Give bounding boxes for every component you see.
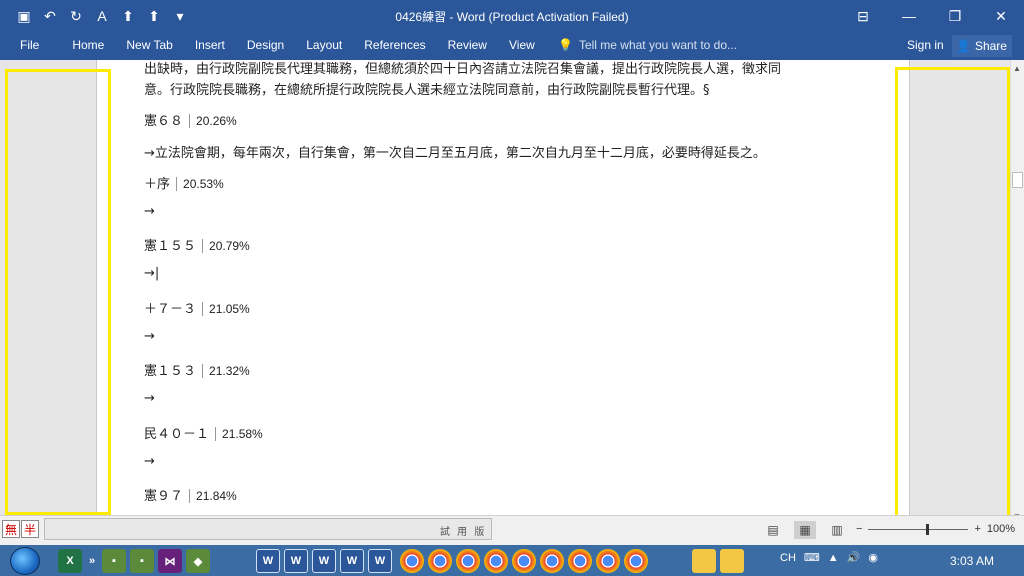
doc-line[interactable]: → <box>144 204 155 219</box>
zoom-slider-knob[interactable] <box>926 523 930 535</box>
doc-line[interactable]: 憲１５５ 20.79% <box>144 235 250 254</box>
start-button[interactable] <box>10 547 40 575</box>
app-icon[interactable]: ▪ <box>130 549 154 573</box>
zoom-out-button[interactable]: − <box>856 523 862 535</box>
view-buttons: ▤ ▦ ▥ <box>762 521 848 539</box>
minimize-icon[interactable]: — <box>886 0 932 32</box>
taskbar: X » ▪ ▪ ⋈ ◆ W W W W W CH ⌨ ▲ 🔊 ◉ 3:03 AM <box>0 545 1024 576</box>
tab-home[interactable]: Home <box>61 38 115 56</box>
doc-line[interactable]: →| <box>144 266 159 281</box>
word-icon[interactable]: W <box>256 549 280 573</box>
taskbar-clock[interactable]: 3:03 AM <box>950 554 994 568</box>
window-controls: ⊟ — ❐ ✕ <box>840 0 1024 32</box>
zoom-level[interactable]: 100% <box>987 523 1015 535</box>
show-hidden-icons-icon[interactable]: ▲ <box>828 552 839 564</box>
chrome-icon[interactable] <box>596 549 620 573</box>
doc-line[interactable]: → <box>144 391 155 406</box>
zoom-control: − + 100% <box>856 523 1015 535</box>
right-margin-highlight <box>895 67 1010 515</box>
lightbulb-icon: 💡 <box>558 38 573 52</box>
ime-mode-indicator[interactable]: 無 <box>2 520 20 538</box>
doc-line[interactable]: 憲１５３ 21.32% <box>144 360 250 379</box>
trial-label: 試 用 版 <box>440 527 487 538</box>
doc-line[interactable]: →立法院會期，每年兩次，自行集會，第一次自二月至五月底，第二次自九月至十二月底，… <box>144 142 766 161</box>
ribbon-display-icon[interactable]: ⊟ <box>840 0 886 32</box>
network-icon[interactable]: ◉ <box>868 551 878 564</box>
excel-icon[interactable]: X <box>58 549 82 573</box>
share-button[interactable]: 👤 Share <box>952 35 1012 57</box>
chevron-icon[interactable]: » <box>86 549 98 573</box>
doc-line[interactable]: ＋序 20.53% <box>144 173 224 192</box>
read-mode-icon[interactable]: ▤ <box>762 521 784 539</box>
ime-language[interactable]: CH <box>780 552 796 564</box>
tab-layout[interactable]: Layout <box>295 38 353 56</box>
person-icon: 👤 <box>956 39 971 53</box>
tab-review[interactable]: Review <box>437 38 498 56</box>
tell-me-search[interactable]: 💡 Tell me what you want to do... <box>558 38 737 52</box>
restore-icon[interactable]: ❐ <box>932 0 978 32</box>
tab-design[interactable]: Design <box>236 38 295 56</box>
taskbar-folder-group <box>692 549 744 573</box>
chrome-icon[interactable] <box>512 549 536 573</box>
doc-line[interactable]: 民４０－１ 21.58% <box>144 423 263 442</box>
status-bar: 無 半 試 用 版 ▤ ▦ ▥ − + 100% <box>0 515 1024 545</box>
ime-width-indicator[interactable]: 半 <box>21 520 39 538</box>
doc-line[interactable]: → <box>144 329 155 344</box>
print-layout-icon[interactable]: ▦ <box>794 521 816 539</box>
left-margin-highlight <box>5 69 111 515</box>
tab-file[interactable]: File <box>0 38 61 56</box>
close-icon[interactable]: ✕ <box>978 0 1024 32</box>
share-label: Share <box>974 39 1007 53</box>
sign-in-link[interactable]: Sign in <box>907 38 944 52</box>
tab-view[interactable]: View <box>498 38 546 56</box>
doc-line[interactable]: 憲９７ 21.84% <box>144 485 237 504</box>
ime-indicators: 無 半 <box>2 520 39 538</box>
title-bar: ▣ ↶ ↻ A ⬆ ⬆ ▾ 0426練習 - Word (Product Act… <box>0 0 1024 32</box>
zoom-in-button[interactable]: + <box>974 523 980 535</box>
word-icon[interactable]: W <box>368 549 392 573</box>
tell-me-text: Tell me what you want to do... <box>578 38 738 52</box>
keyboard-icon[interactable]: ⌨ <box>804 551 820 564</box>
folder-icon[interactable] <box>692 549 716 573</box>
volume-icon[interactable]: 🔊 <box>847 551 861 564</box>
document-page[interactable]: 出缺時，由行政院副院長代理其職務，但總統須於四十日內咨請立法院召集會議，提出行政… <box>96 60 910 515</box>
chrome-icon[interactable] <box>484 549 508 573</box>
app-icon[interactable]: ◆ <box>186 549 210 573</box>
vertical-scrollbar[interactable]: ▲ ▼ <box>1010 60 1024 525</box>
doc-line[interactable]: → <box>144 454 155 469</box>
scroll-thumb[interactable] <box>1012 172 1023 188</box>
zoom-slider[interactable] <box>868 523 969 535</box>
ribbon-tabs: File Home New Tab Insert Design Layout R… <box>0 38 546 56</box>
ime-bar: 試 用 版 <box>44 518 492 540</box>
tab-references[interactable]: References <box>353 38 436 56</box>
doc-line[interactable]: ＋７－３ 21.05% <box>144 298 250 317</box>
chrome-icon[interactable] <box>568 549 592 573</box>
word-icon[interactable]: W <box>284 549 308 573</box>
doc-line[interactable]: 出缺時，由行政院副院長代理其職務，但總統須於四十日內咨請立法院召集會議，提出行政… <box>144 60 781 77</box>
tab-new-tab[interactable]: New Tab <box>115 38 183 56</box>
quick-launch: X » ▪ ▪ ⋈ ◆ <box>58 549 210 573</box>
chrome-icon[interactable] <box>400 549 424 573</box>
ribbon: File Home New Tab Insert Design Layout R… <box>0 32 1024 60</box>
chrome-icon[interactable] <box>456 549 480 573</box>
tab-insert[interactable]: Insert <box>184 38 236 56</box>
system-tray: CH ⌨ ▲ 🔊 ◉ <box>780 551 878 565</box>
document-area: 出缺時，由行政院副院長代理其職務，但總統須於四十日內咨請立法院召集會議，提出行政… <box>0 60 1010 515</box>
app-icon[interactable]: ▪ <box>102 549 126 573</box>
chrome-icon[interactable] <box>624 549 648 573</box>
chrome-icon[interactable] <box>540 549 564 573</box>
scroll-up-icon[interactable]: ▲ <box>1013 64 1021 73</box>
chrome-icon[interactable] <box>428 549 452 573</box>
visual-studio-icon[interactable]: ⋈ <box>158 549 182 573</box>
web-layout-icon[interactable]: ▥ <box>826 521 848 539</box>
taskbar-chrome-group <box>400 549 648 573</box>
taskbar-word-group: W W W W W <box>256 549 392 573</box>
word-icon[interactable]: W <box>312 549 336 573</box>
folder-icon[interactable] <box>720 549 744 573</box>
word-icon[interactable]: W <box>340 549 364 573</box>
doc-line[interactable]: 憲６８ 20.26% <box>144 110 237 129</box>
doc-line[interactable]: 意。行政院院長職務，在總統所提行政院院長人選未經立法院同意前，由行政院副院長暫行… <box>144 79 710 98</box>
